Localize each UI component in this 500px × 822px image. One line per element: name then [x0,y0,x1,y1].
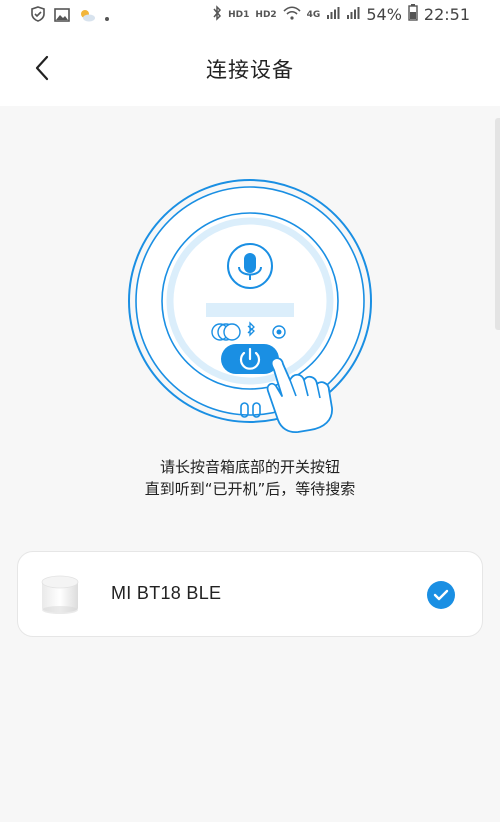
page-title: 连接设备 [206,58,294,82]
speaker-illustration [120,176,380,436]
bluetooth-status-icon [212,4,222,25]
device-name: MI BT18 BLE [111,583,222,603]
battery-percent: 54% [366,5,402,24]
hd2-label: HD2 [255,9,277,20]
speaker-thumbnail [38,570,82,618]
shield-icon [30,6,46,26]
weather-icon [78,7,96,26]
instructions: 请长按音箱底部的开关按钮 直到听到“已开机”后，等待搜索 [0,456,500,500]
checkmark-icon[interactable] [427,581,455,609]
image-icon [54,7,70,26]
network-label: 4G [306,9,321,20]
hd1-label: HD1 [228,9,250,20]
signal-icon-2 [346,6,360,24]
app-header: 连接设备 [0,34,500,106]
status-right-icons: HD1 HD2 4G 54% 22:51 [212,4,470,25]
wifi-icon [283,5,301,24]
dot-icon [104,7,110,26]
instruction-line-2: 直到听到“已开机”后，等待搜索 [144,480,356,498]
scrollbar[interactable] [495,118,500,330]
status-left-icons [30,6,110,26]
clock: 22:51 [423,5,470,24]
battery-icon [408,4,418,25]
signal-icon [326,6,340,24]
instruction-line-1: 请长按音箱底部的开关按钮 [159,458,340,476]
device-list-item[interactable]: MI BT18 BLE [17,551,483,637]
status-bar: HD1 HD2 4G 54% 22:51 [0,0,500,34]
